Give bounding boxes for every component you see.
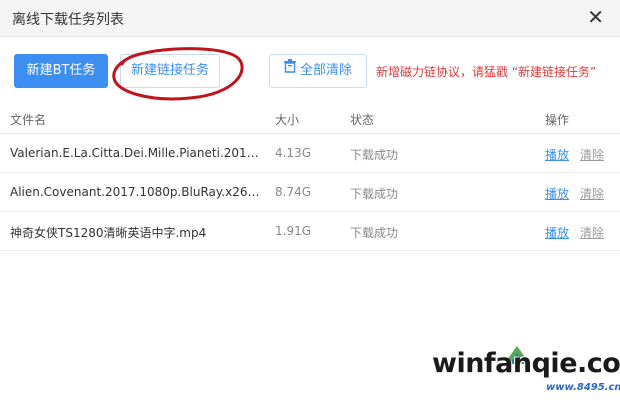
file-size: 4.13G [275, 146, 312, 160]
new-link-task-button[interactable]: 新建链接任务 [120, 54, 220, 88]
site-watermark: winfanqie.com www.8495.cn [420, 342, 620, 400]
play-link[interactable]: 播放 [545, 224, 569, 241]
file-name: 神奇女侠TS1280清晰英语中字.mp4 [10, 226, 207, 240]
magnet-hint-text: 新增磁力链协议，请猛戳 “新建链接任务” [376, 65, 597, 79]
table-row: Alien.Covenant.2017.1080p.BluRay.x264-SP… [0, 173, 620, 212]
header-size: 大小 [275, 113, 300, 127]
play-link[interactable]: 播放 [545, 146, 569, 163]
clear-link[interactable]: 清除 [580, 224, 604, 241]
file-size: 1.91G [275, 224, 312, 238]
clear-all-button[interactable]: 全部清除 [269, 54, 367, 88]
file-status: 下载成功 [350, 148, 399, 162]
dialog-titlebar: 离线下载任务列表 ✕ [0, 0, 620, 37]
dialog-title: 离线下载任务列表 [12, 12, 124, 28]
file-name: Alien.Covenant.2017.1080p.BluRay.x264-SP… [10, 185, 266, 199]
offline-download-dialog: 离线下载任务列表 ✕ 新建BT任务 新建链接任务 全部清除 新增磁力链协议，请猛… [0, 0, 620, 400]
header-status: 状态 [350, 113, 375, 127]
file-size: 8.74G [275, 185, 312, 199]
new-bt-task-button[interactable]: 新建BT任务 [14, 54, 108, 88]
trash-icon [283, 54, 296, 86]
file-name: Valerian.E.La.Citta.Dei.Mille.Pianeti.20… [10, 146, 266, 160]
watermark-main-text: winfanqie.com [432, 348, 620, 379]
close-icon[interactable]: ✕ [587, 6, 604, 28]
header-filename: 文件名 [10, 113, 47, 127]
clear-link[interactable]: 清除 [580, 146, 604, 163]
watermark-sub-text: www.8495.cn [546, 382, 620, 393]
header-action: 操作 [545, 113, 570, 127]
clear-link[interactable]: 清除 [580, 185, 604, 202]
file-status: 下载成功 [350, 226, 399, 240]
play-link[interactable]: 播放 [545, 185, 569, 202]
file-status: 下载成功 [350, 187, 399, 201]
table-row: Valerian.E.La.Citta.Dei.Mille.Pianeti.20… [0, 134, 620, 173]
table-row: 神奇女侠TS1280清晰英语中字.mp4 1.91G 下载成功 播放 清除 [0, 212, 620, 251]
table-header: 文件名 大小 状态 操作 [0, 103, 620, 134]
clear-all-label: 全部清除 [299, 63, 352, 78]
